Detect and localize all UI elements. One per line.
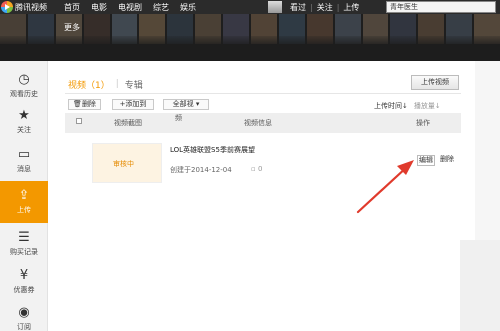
nav-home[interactable]: 首页	[64, 2, 80, 13]
sort-label: 上传时间	[374, 102, 402, 110]
watched-link[interactable]: 看过	[290, 2, 306, 13]
select-all-checkbox[interactable]	[76, 118, 82, 124]
nav-variety[interactable]: 综艺	[153, 2, 169, 13]
sidebar-item-label: 优惠券	[13, 286, 35, 294]
comment-icon: ▫	[251, 165, 256, 173]
upload-panel: 视频（1） | 专辑 上传视频 🗑删除 +添加到 全部视 ▾ 上传时间↓ 播放量…	[49, 61, 500, 331]
sidebar-item-label: 关注	[17, 126, 31, 134]
video-thumbnail[interactable]: 审核中	[92, 143, 162, 183]
follow-link[interactable]: 关注	[317, 2, 333, 13]
trash-icon: 🗑	[73, 100, 82, 108]
add-to-button[interactable]: +添加到	[112, 99, 154, 110]
sidebar-item-upload[interactable]: ⇪ 上传	[0, 181, 48, 223]
sidebar: ◷ 观看历史 ★ 关注 ▭ 消息 ⇪ 上传 ☰ 购买记录 ¥ 优惠券 ◉ 订阅	[0, 61, 48, 331]
chevron-down-icon: ▾	[193, 100, 200, 108]
logo[interactable]: 腾讯视频	[0, 0, 54, 14]
all-videos-dropdown[interactable]: 全部视 ▾	[163, 99, 209, 110]
poster-banner: 更多	[0, 14, 500, 61]
logo-text: 腾讯视频	[15, 2, 47, 12]
delete-label: 删除	[81, 100, 96, 108]
coupon-icon: ¥	[19, 268, 29, 283]
sidebar-item-messages[interactable]: ▭ 消息	[0, 140, 48, 182]
sidebar-item-follow[interactable]: ★ 关注	[0, 101, 48, 143]
edit-button[interactable]: 编辑	[417, 155, 435, 166]
sort-controls: 上传时间↓ 播放量↓	[374, 101, 441, 111]
col-frequency: 频	[175, 114, 182, 122]
tab-albums[interactable]: 专辑	[125, 78, 143, 91]
tab-divider: |	[115, 79, 119, 89]
nav-movies[interactable]: 电影	[91, 2, 107, 13]
sidebar-item-purchases[interactable]: ☰ 购买记录	[0, 223, 48, 265]
col-video-info: 视频信息	[244, 119, 272, 127]
tab-videos[interactable]: 视频（1）	[68, 78, 110, 91]
page-edge	[460, 240, 500, 331]
sidebar-item-label: 购买记录	[10, 248, 38, 256]
video-title[interactable]: LOL英雄联盟S5季前赛展望	[170, 145, 255, 155]
clock-icon: ◷	[18, 72, 30, 87]
comment-count: ▫ 0	[251, 165, 262, 173]
separator: |	[310, 2, 313, 12]
table-row: 审核中 LOL英雄联盟S5季前赛展望 创建于2014-12-04 ▫ 0 编辑 …	[65, 139, 461, 185]
more-link[interactable]: 更多	[64, 22, 80, 33]
sort-upload-time[interactable]: 上传时间↓	[374, 101, 408, 111]
user-links: 看过 | 关注 | 上传	[290, 0, 359, 14]
table-header: 视频截图 频 视频信息 操作	[65, 113, 461, 133]
created-date: 创建于2014-12-04	[170, 166, 232, 174]
list-icon: ☰	[18, 230, 30, 245]
play-logo-icon	[1, 1, 13, 13]
sort-label: 播放量	[413, 102, 435, 110]
sidebar-item-coupons[interactable]: ¥ 优惠券	[0, 261, 48, 303]
nav-tv[interactable]: 电视剧	[118, 2, 142, 13]
upload-link[interactable]: 上传	[343, 2, 359, 13]
upload-video-button[interactable]: 上传视频	[411, 75, 459, 90]
sidebar-item-label: 观看历史	[10, 90, 38, 98]
rss-icon: ◉	[18, 305, 30, 320]
col-thumbnail: 视频截图	[114, 119, 142, 127]
comment-count-value: 0	[257, 165, 263, 173]
scrollbar[interactable]	[475, 61, 500, 241]
status-badge: 审核中	[113, 160, 134, 168]
separator: |	[336, 2, 340, 12]
avatar[interactable]	[268, 1, 282, 13]
nav-entertainment[interactable]: 娱乐	[180, 2, 196, 13]
sort-arrow-icon: ↓	[402, 102, 408, 110]
main-nav: 首页 电影 电视剧 综艺 娱乐	[64, 0, 196, 14]
top-nav-bar: 腾讯视频 首页 电影 电视剧 综艺 娱乐 看过 | 关注 | 上传 青年医生	[0, 0, 500, 14]
delete-button[interactable]: 🗑删除	[68, 99, 101, 110]
search-input[interactable]: 青年医生	[386, 1, 496, 13]
sidebar-item-label: 上传	[17, 206, 31, 214]
delete-row-button[interactable]: 删除	[440, 155, 454, 164]
col-actions: 操作	[416, 119, 430, 127]
upload-icon: ⇪	[18, 188, 30, 203]
sidebar-item-label: 消息	[17, 165, 31, 173]
divider	[65, 93, 461, 94]
sidebar-item-subscriptions[interactable]: ◉ 订阅	[0, 298, 48, 331]
sidebar-item-label: 订阅	[17, 323, 31, 331]
banner-shade	[0, 36, 500, 61]
dropdown-label: 全部视	[172, 100, 194, 108]
sort-play-count[interactable]: 播放量↓	[414, 101, 441, 111]
content-tabs: 视频（1） | 专辑	[68, 76, 143, 92]
star-icon: ★	[18, 108, 30, 123]
message-icon: ▭	[17, 147, 31, 162]
sort-arrow-icon: ↓	[434, 102, 441, 110]
